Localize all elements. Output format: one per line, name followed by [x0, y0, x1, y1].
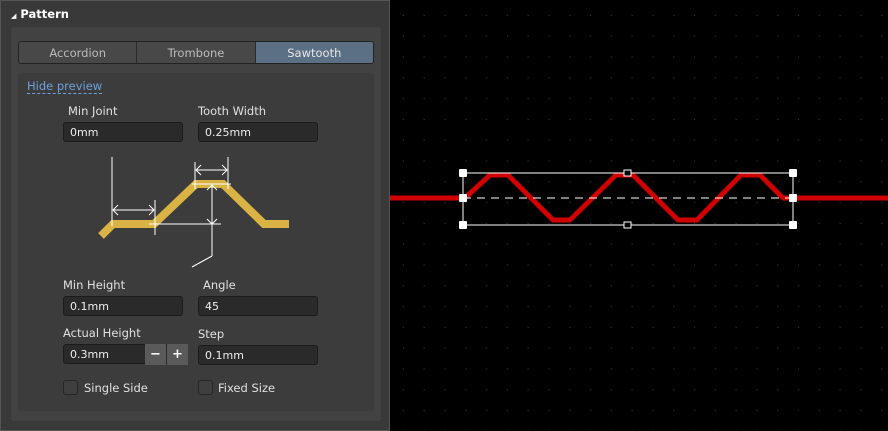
- single-side-checkbox[interactable]: [63, 380, 78, 395]
- tab-trombone[interactable]: Trombone: [137, 42, 256, 63]
- tooth-width-label: Tooth Width: [198, 104, 267, 118]
- sawtooth-preview-diagram: [98, 157, 289, 268]
- handle-top-mid: [623, 169, 632, 177]
- pattern-tabs: Accordion Trombone Sawtooth: [18, 41, 374, 64]
- tab-sawtooth[interactable]: Sawtooth: [255, 42, 373, 63]
- handle-bottom-mid: [623, 221, 632, 229]
- actual-height-label: Actual Height: [63, 326, 141, 340]
- trace-svg: [390, 169, 888, 229]
- step-input[interactable]: 0.1mm: [198, 345, 318, 365]
- pattern-panel: ◢ Pattern Accordion Trombone Sawtooth Hid…: [0, 0, 390, 431]
- angle-input[interactable]: 45: [198, 296, 318, 316]
- tab-accordion[interactable]: Accordion: [19, 42, 138, 63]
- min-joint-label: Min Joint: [68, 104, 118, 118]
- increment-button[interactable]: +: [167, 344, 188, 365]
- collapse-triangle-icon[interactable]: ◢: [11, 12, 16, 20]
- section-header-pattern[interactable]: ◢ Pattern: [11, 7, 69, 21]
- min-height-label: Min Height: [63, 278, 126, 292]
- fixed-size-label: Fixed Size: [218, 381, 276, 395]
- angle-label: Angle: [203, 278, 236, 292]
- pcb-canvas[interactable]: [390, 0, 888, 431]
- step-label: Step: [198, 327, 225, 341]
- min-height-input[interactable]: 0.1mm: [63, 296, 183, 316]
- min-joint-input[interactable]: 0mm: [63, 122, 183, 142]
- fixed-size-checkbox[interactable]: [198, 380, 213, 395]
- single-side-label: Single Side: [84, 381, 148, 395]
- hide-preview-link[interactable]: Hide preview: [27, 79, 103, 94]
- tooth-width-input[interactable]: 0.25mm: [198, 122, 318, 142]
- decrement-button[interactable]: −: [145, 344, 166, 365]
